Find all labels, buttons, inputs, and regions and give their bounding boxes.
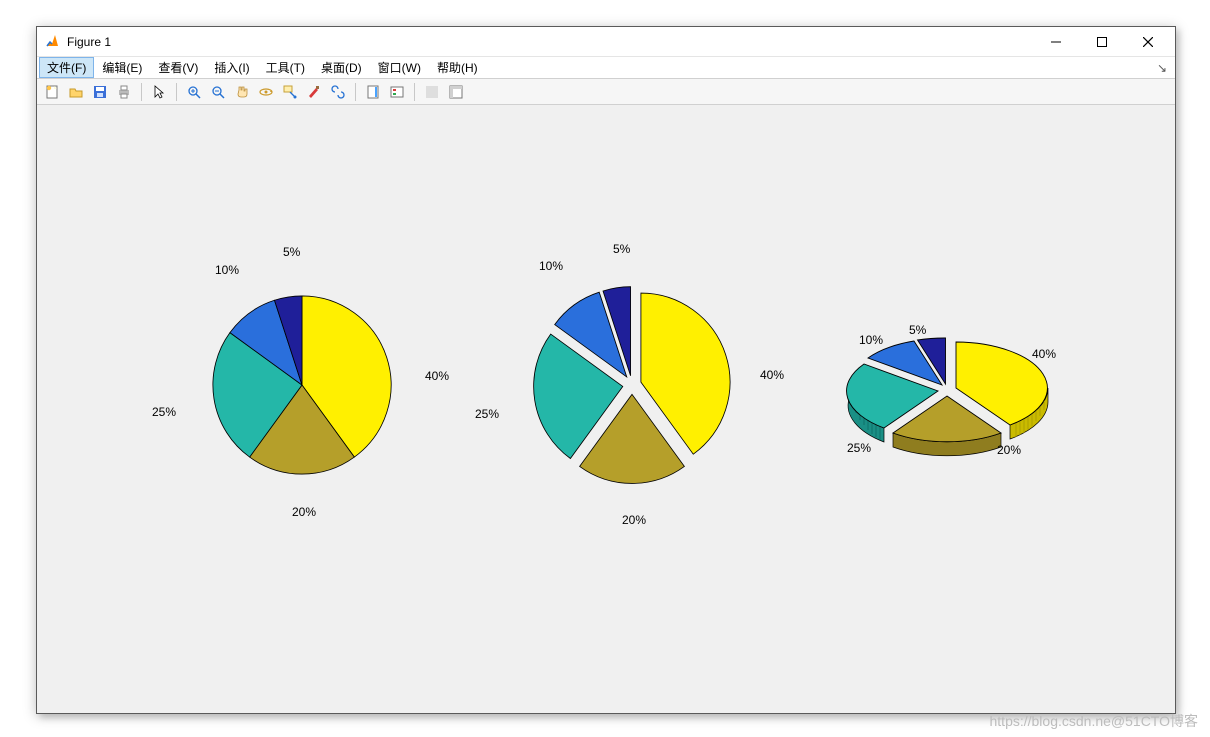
menu-chevron-icon[interactable]: ↘ — [1157, 61, 1173, 75]
rotate3d-icon[interactable] — [255, 81, 277, 103]
pie2-label-20: 20% — [622, 513, 646, 527]
pie1-label-20: 20% — [292, 505, 316, 519]
open-icon[interactable] — [65, 81, 87, 103]
insert-legend-icon[interactable] — [386, 81, 408, 103]
minimize-button[interactable] — [1033, 27, 1079, 56]
menu-insert[interactable]: 插入(I) — [206, 57, 257, 78]
new-figure-icon[interactable] — [41, 81, 63, 103]
axes-pie-2[interactable]: 40% 20% 25% 10% 5% — [467, 245, 797, 525]
print-icon[interactable] — [113, 81, 135, 103]
show-plot-tools-icon[interactable] — [445, 81, 467, 103]
menu-desktop[interactable]: 桌面(D) — [313, 57, 370, 78]
data-cursor-icon[interactable] — [279, 81, 301, 103]
figure-window: Figure 1 文件(F) 编辑(E) 查看(V) 插入(I) 工具(T) 桌… — [36, 26, 1176, 714]
pie3-label-5: 5% — [909, 323, 926, 337]
menu-tools[interactable]: 工具(T) — [258, 57, 313, 78]
pan-icon[interactable] — [231, 81, 253, 103]
menu-window[interactable]: 窗口(W) — [370, 57, 429, 78]
pie1-label-10: 10% — [215, 263, 239, 277]
menu-file[interactable]: 文件(F) — [39, 57, 94, 78]
pie1-label-5: 5% — [283, 245, 300, 259]
menu-help[interactable]: 帮助(H) — [429, 57, 486, 78]
pointer-icon[interactable] — [148, 81, 170, 103]
maximize-button[interactable] — [1079, 27, 1125, 56]
save-icon[interactable] — [89, 81, 111, 103]
brush-icon[interactable] — [303, 81, 325, 103]
pie2-label-25: 25% — [475, 407, 499, 421]
pie2-label-5: 5% — [613, 242, 630, 256]
pie1-label-40: 40% — [425, 369, 449, 383]
pie3-label-25: 25% — [847, 441, 871, 455]
insert-colorbar-icon[interactable] — [362, 81, 384, 103]
window-title: Figure 1 — [67, 35, 111, 49]
figure-area: 40% 20% 25% 10% 5% — [37, 105, 1175, 713]
toolbar — [37, 79, 1175, 105]
close-button[interactable] — [1125, 27, 1171, 56]
pie2-label-10: 10% — [539, 259, 563, 273]
watermark: https://blog.csdn.ne@51CTO博客 — [990, 711, 1199, 731]
link-axes-icon[interactable] — [327, 81, 349, 103]
hide-plot-tools-icon[interactable] — [421, 81, 443, 103]
zoom-in-icon[interactable] — [183, 81, 205, 103]
zoom-out-icon[interactable] — [207, 81, 229, 103]
pie1-label-25: 25% — [152, 405, 176, 419]
pie3-label-20: 20% — [997, 443, 1021, 457]
pie3-label-40: 40% — [1032, 347, 1056, 361]
menu-view[interactable]: 查看(V) — [150, 57, 206, 78]
axes-pie-3[interactable]: 40% 20% 25% 10% 5% — [817, 305, 1077, 475]
pie3-label-10: 10% — [859, 333, 883, 347]
menu-edit[interactable]: 编辑(E) — [94, 57, 150, 78]
matlab-icon — [45, 34, 61, 50]
window-controls — [1033, 27, 1171, 56]
axes-pie-1[interactable]: 40% 20% 25% 10% 5% — [137, 245, 467, 525]
menubar: 文件(F) 编辑(E) 查看(V) 插入(I) 工具(T) 桌面(D) 窗口(W… — [37, 57, 1175, 79]
pie2-label-40: 40% — [760, 368, 784, 382]
titlebar: Figure 1 — [37, 27, 1175, 57]
